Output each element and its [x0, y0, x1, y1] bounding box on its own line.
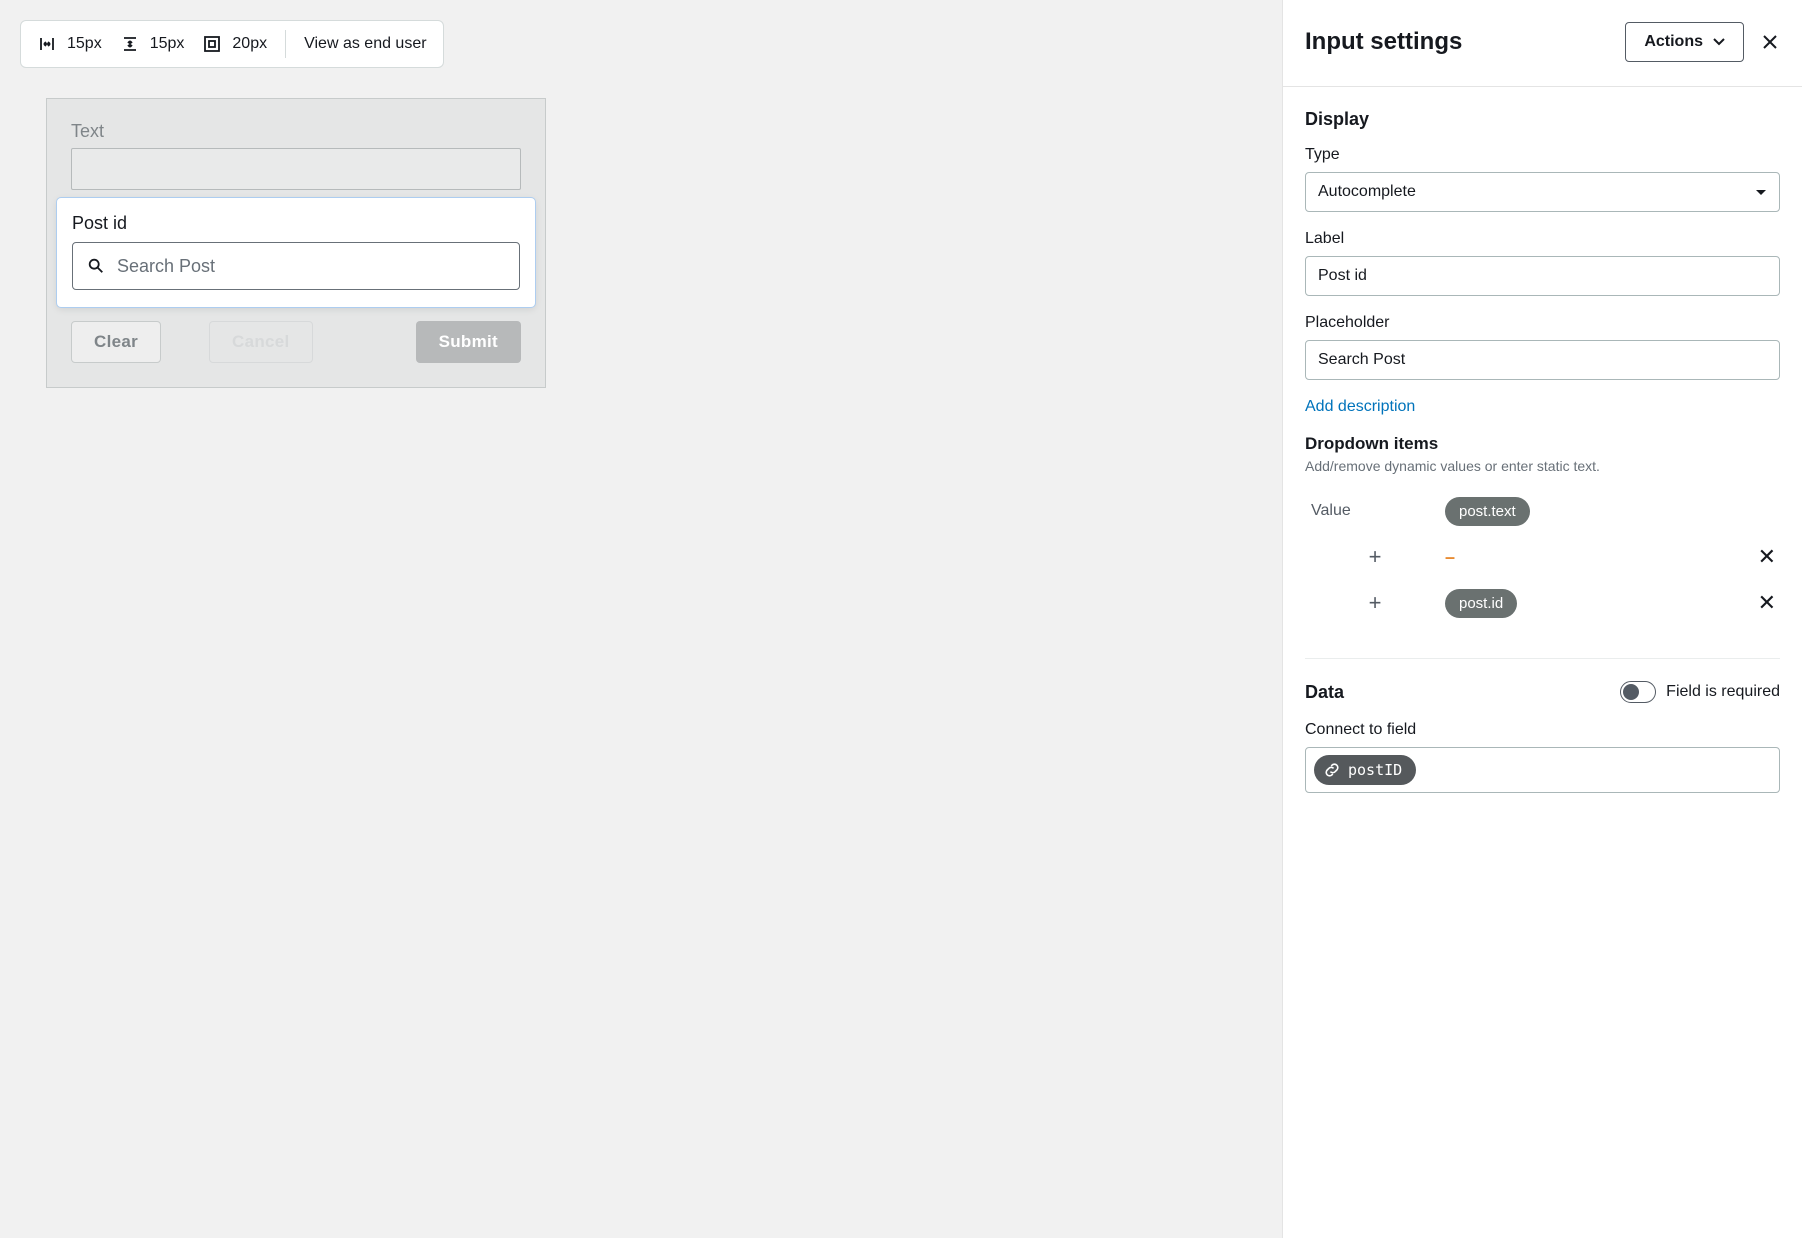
- connect-field: Connect to field postID: [1305, 721, 1780, 793]
- dropdown-items-subtitle: Add/remove dynamic values or enter stati…: [1305, 458, 1780, 474]
- data-section-title: Data: [1305, 682, 1344, 703]
- panel-title: Input settings: [1305, 28, 1609, 56]
- label-label: Label: [1305, 230, 1780, 248]
- text-field-input[interactable]: [71, 148, 521, 190]
- placeholder-field: Placeholder: [1305, 314, 1780, 380]
- connect-input[interactable]: postID: [1305, 747, 1780, 793]
- connect-token[interactable]: postID: [1314, 755, 1416, 785]
- add-dropdown-item-button-1[interactable]: +: [1305, 544, 1445, 570]
- add-description-link[interactable]: Add description: [1305, 398, 1415, 416]
- data-section-header: Data Field is required: [1305, 658, 1780, 703]
- display-section-title: Display: [1305, 109, 1780, 130]
- required-toggle-label: Field is required: [1666, 683, 1780, 701]
- remove-row-button-1[interactable]: ✕: [1754, 544, 1780, 570]
- type-label: Type: [1305, 146, 1780, 164]
- connect-token-label: postID: [1348, 761, 1402, 779]
- panel-body: Display Type Label Placeholder Add descr…: [1283, 87, 1802, 833]
- autocomplete-input[interactable]: [117, 256, 505, 277]
- connect-label: Connect to field: [1305, 721, 1780, 739]
- placeholder-input[interactable]: [1305, 340, 1780, 380]
- dropdown-header-row: Value post.text: [1305, 488, 1780, 534]
- canvas-area: 15px 15px 20px View as end user Text: [0, 0, 1282, 1238]
- required-toggle[interactable]: [1620, 681, 1656, 703]
- autocomplete-label: Post id: [72, 213, 520, 234]
- text-field-label: Text: [71, 121, 521, 142]
- remove-row-button-2[interactable]: ✕: [1754, 590, 1780, 616]
- placeholder-label: Placeholder: [1305, 314, 1780, 332]
- clear-button[interactable]: Clear: [71, 321, 161, 363]
- value-column-header: Value: [1305, 502, 1445, 520]
- right-side-panel: Input settings Actions Display Type Labe…: [1282, 0, 1802, 1238]
- toolbar-separator: [285, 30, 286, 58]
- dropdown-items-section: Dropdown items Add/remove dynamic values…: [1305, 434, 1780, 626]
- dropdown-token-2[interactable]: post.id: [1445, 589, 1517, 618]
- view-as-user-button[interactable]: View as end user: [304, 35, 426, 53]
- form-preview-card: Text Post id Clear Cancel Submit: [46, 98, 546, 388]
- horizontal-spacing-setting[interactable]: 15px: [37, 34, 102, 54]
- actions-button-label: Actions: [1644, 33, 1703, 51]
- caret-down-icon: [1713, 38, 1725, 46]
- cancel-button[interactable]: Cancel: [209, 321, 313, 363]
- autocomplete-input-wrapper[interactable]: [72, 242, 520, 290]
- canvas-toolbar: 15px 15px 20px View as end user: [20, 20, 444, 68]
- label-field: Label: [1305, 230, 1780, 296]
- submit-button[interactable]: Submit: [416, 321, 521, 363]
- required-toggle-wrap: Field is required: [1620, 681, 1780, 703]
- link-icon: [1324, 762, 1340, 778]
- vertical-spacing-setting[interactable]: 15px: [120, 34, 185, 54]
- actions-button[interactable]: Actions: [1625, 22, 1744, 62]
- horizontal-spacing-value: 15px: [67, 35, 102, 53]
- form-button-row: Clear Cancel Submit: [71, 321, 521, 363]
- type-field: Type: [1305, 146, 1780, 212]
- dropdown-row-separator: + – ✕: [1305, 534, 1780, 580]
- vertical-spacing-value: 15px: [150, 35, 185, 53]
- dropdown-token-1[interactable]: post.text: [1445, 497, 1530, 526]
- separator-icon: –: [1445, 547, 1455, 568]
- add-dropdown-item-button-2[interactable]: +: [1305, 590, 1445, 616]
- vertical-spacing-icon: [120, 34, 140, 54]
- label-input[interactable]: [1305, 256, 1780, 296]
- panel-header: Input settings Actions: [1283, 0, 1802, 87]
- horizontal-spacing-icon: [37, 34, 57, 54]
- close-icon[interactable]: [1760, 32, 1780, 52]
- padding-setting[interactable]: 20px: [202, 34, 267, 54]
- autocomplete-field-selected[interactable]: Post id: [57, 198, 535, 307]
- padding-value: 20px: [232, 35, 267, 53]
- type-select[interactable]: [1305, 172, 1780, 212]
- padding-icon: [202, 34, 222, 54]
- dropdown-items-title: Dropdown items: [1305, 434, 1780, 454]
- dropdown-row-2: + post.id ✕: [1305, 580, 1780, 626]
- search-icon: [87, 257, 105, 275]
